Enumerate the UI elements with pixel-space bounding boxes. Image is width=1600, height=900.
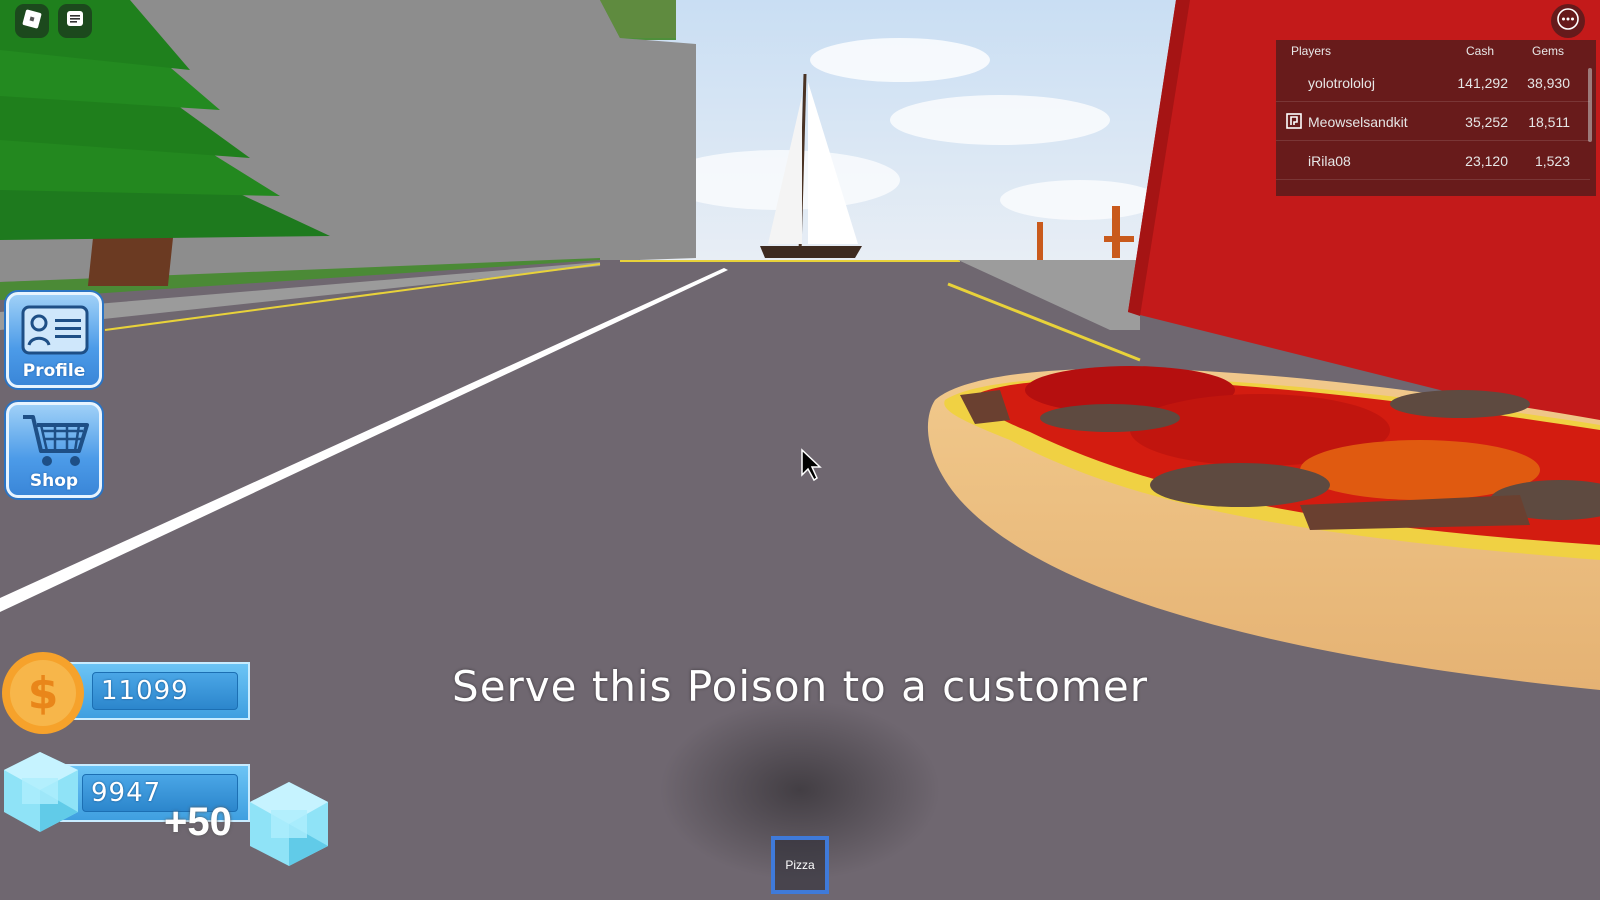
leaderboard: Players Cash Gems yolotrololoj 141,292 3… [1276, 40, 1596, 196]
shop-label: Shop [29, 471, 79, 491]
premium-icon [1286, 113, 1302, 132]
shopping-cart-icon [21, 411, 91, 473]
gem-gain-icon [246, 780, 332, 872]
row-divider [1276, 140, 1590, 141]
hotbar-slot-label: Pizza [785, 858, 815, 872]
chat-button[interactable] [58, 4, 92, 38]
profile-button[interactable]: Profile [6, 292, 102, 388]
hotbar-slot-pizza[interactable]: Pizza [771, 836, 829, 894]
roblox-menu-button[interactable] [15, 4, 49, 38]
player-name: yolotrololoj [1308, 75, 1375, 91]
gem-icon [0, 750, 86, 838]
leaderboard-header: Players Cash Gems [1276, 44, 1596, 60]
header-gems: Gems [1532, 44, 1565, 58]
gems-value: 9947 [91, 778, 162, 808]
profile-card-icon [21, 305, 89, 359]
player-cash: 23,120 [1465, 153, 1508, 169]
gem-gain-popup: +50 [164, 800, 232, 844]
header-cash: Cash [1466, 44, 1495, 58]
row-divider [1276, 101, 1590, 102]
objective-hint: Serve this Poison to a customer [452, 662, 1148, 711]
profile-label: Profile [22, 361, 86, 381]
roblox-logo-icon [21, 8, 43, 34]
player-gems: 38,930 [1527, 75, 1570, 91]
player-name: iRila08 [1308, 153, 1351, 169]
header-players: Players [1291, 44, 1332, 58]
leaderboard-scrollbar[interactable] [1588, 68, 1592, 142]
player-cash: 141,292 [1457, 75, 1508, 91]
player-name: Meowselsandkit [1308, 114, 1408, 130]
leaderboard-row[interactable]: yolotrololoj 141,292 38,930 [1276, 64, 1590, 102]
shop-button[interactable]: Shop [6, 402, 102, 498]
more-options-button[interactable] [1551, 4, 1585, 38]
player-gems: 1,523 [1534, 153, 1570, 169]
leaderboard-row[interactable]: iRila08 23,120 1,523 [1276, 142, 1590, 180]
leaderboard-row[interactable]: Meowselsandkit 35,252 18,511 [1276, 103, 1590, 141]
player-gems: 18,511 [1528, 114, 1570, 130]
row-divider [1276, 179, 1590, 180]
ellipsis-icon [1556, 7, 1580, 35]
player-cash: 35,252 [1465, 114, 1508, 130]
chat-icon [65, 9, 85, 33]
